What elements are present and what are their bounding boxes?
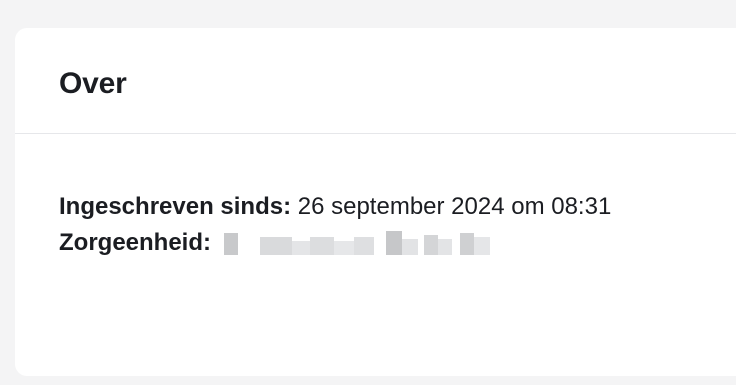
registered-since-label: Ingeschreven sinds: [59, 193, 292, 220]
about-card: Over Ingeschreven sinds: 26 september 20… [15, 28, 736, 376]
card-body: Ingeschreven sinds: 26 september 2024 om… [15, 134, 736, 261]
registered-since-value: 26 september 2024 om 08:31 [297, 193, 612, 220]
care-unit-row: Zorgeenheid: [59, 225, 736, 261]
card-header: Over [15, 28, 736, 134]
care-unit-redacted-value [220, 227, 510, 261]
care-unit-label: Zorgeenheid: [59, 229, 212, 256]
card-title: Over [59, 67, 127, 100]
registered-since-row: Ingeschreven sinds: 26 september 2024 om… [59, 189, 736, 225]
